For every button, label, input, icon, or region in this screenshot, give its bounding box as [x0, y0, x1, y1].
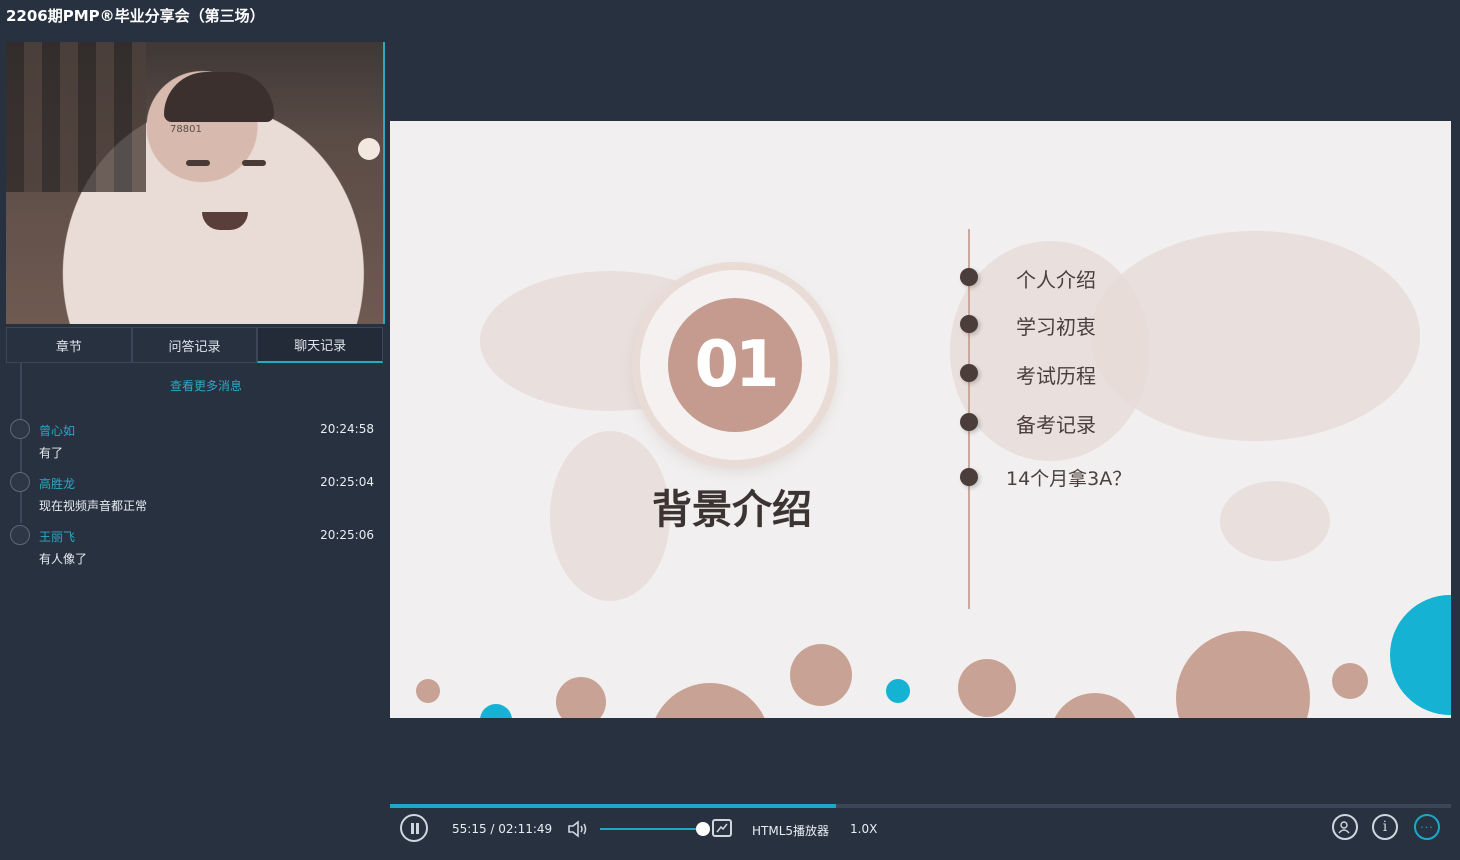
decor-circle [1332, 663, 1368, 699]
avatar [10, 525, 30, 545]
timecode: 55:15 / 02:11:49 [452, 822, 553, 836]
chat-sender-name: 高胜龙 [39, 477, 76, 491]
info-icon[interactable]: i [1372, 814, 1398, 840]
slide-heading: 背景介绍 [652, 487, 812, 533]
decor-circle [480, 704, 512, 718]
decor-circle [1390, 595, 1451, 715]
webcam-lamp [358, 138, 380, 160]
decor-circle [1050, 693, 1140, 718]
player-name: HTML5播放器 [752, 824, 830, 838]
volume-slider[interactable] [600, 828, 704, 830]
chat-panel: 查看更多消息 曾心如 20:24:58 有了 高胜龙 20:25:04 现在视频… [0, 363, 388, 663]
playback-progress-fill [390, 804, 836, 808]
section-number: 01 [668, 298, 802, 432]
user-question-icon[interactable] [1332, 814, 1358, 840]
picture-in-picture-icon[interactable] [712, 819, 732, 837]
chat-message-text: 有了 [39, 446, 64, 460]
chat-timestamp: 20:25:06 [320, 528, 374, 542]
chat-message-text: 现在视频声音都正常 [39, 499, 148, 513]
chat-timestamp: 20:25:04 [320, 475, 374, 489]
bullet-icon [960, 364, 978, 382]
avatar [10, 472, 30, 492]
playback-progress-bar[interactable] [390, 804, 1451, 808]
decor-circle [556, 677, 606, 718]
chat-timeline [20, 363, 22, 523]
world-map-shape [1090, 231, 1420, 441]
bullet-icon [960, 268, 978, 286]
bullet-icon [960, 413, 978, 431]
webcam-presenter [164, 72, 274, 122]
more-icon[interactable]: ··· [1414, 814, 1440, 840]
volume-slider-handle[interactable] [696, 822, 710, 836]
view-more-messages-link[interactable]: 查看更多消息 [170, 377, 242, 394]
window-title: 2206期PMP®毕业分享会（第三场） [6, 7, 265, 25]
presentation-slide: 01 背景介绍 个人介绍 学习初衷 考试历程 备考记录 14个月拿3A？ [390, 121, 1451, 718]
decor-circle [886, 679, 910, 703]
decor-circle [416, 679, 440, 703]
pause-icon[interactable] [400, 814, 428, 842]
decor-circle [958, 659, 1016, 717]
tab-qa-records[interactable]: 问答记录 [131, 327, 258, 363]
chat-sender-name: 曾心如 [39, 424, 76, 438]
decor-circle [790, 644, 852, 706]
sidebar-tabs: 章节 问答记录 聊天记录 [6, 327, 384, 363]
chat-sender-name: 王丽飞 [39, 530, 76, 544]
bullet-icon [960, 468, 978, 486]
player-controls: 55:15 / 02:11:49 HTML5播放器 1.0X i ··· [390, 812, 1451, 848]
volume-icon[interactable] [566, 818, 590, 840]
bullet-icon [960, 315, 978, 333]
chat-message-text: 有人像了 [39, 552, 88, 566]
tab-chapters[interactable]: 章节 [6, 327, 132, 363]
world-map-shape [1220, 481, 1330, 561]
playback-speed-button[interactable]: 1.0X [850, 822, 877, 836]
avatar [10, 419, 30, 439]
webcam-video: 78801 [6, 42, 385, 324]
chat-timestamp: 20:24:58 [320, 422, 374, 436]
webcam-overlay-text: 78801 [170, 124, 202, 135]
decor-circle [650, 683, 770, 718]
webcam-background [6, 42, 146, 192]
decor-circle [1176, 631, 1310, 718]
tab-chat-records[interactable]: 聊天记录 [257, 327, 384, 363]
